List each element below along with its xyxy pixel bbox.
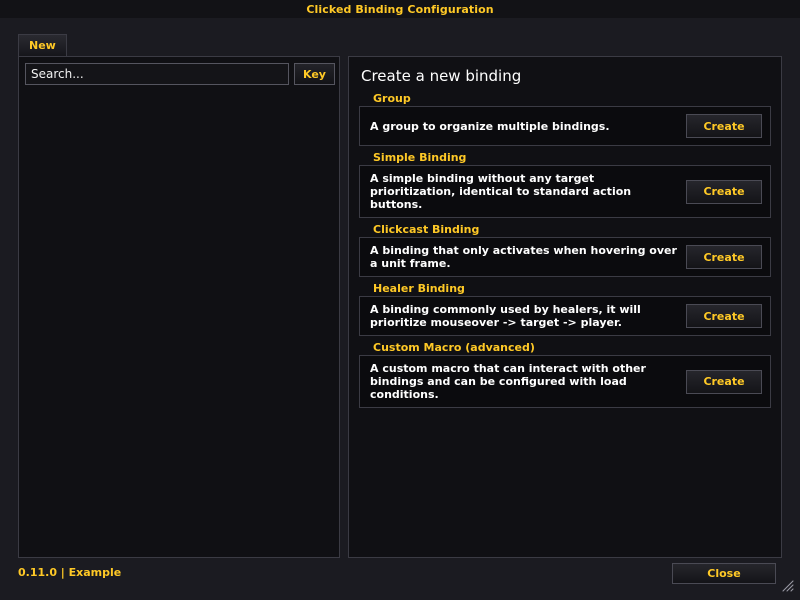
binding-type-box: A binding commonly used by healers, it w…: [359, 296, 771, 336]
binding-type-label: Simple Binding: [359, 150, 771, 165]
binding-type-description: A custom macro that can interact with ot…: [370, 362, 678, 401]
create-button[interactable]: Create: [686, 114, 762, 138]
addon-config-window: Clicked Binding Configuration New Key Cr…: [0, 0, 800, 600]
binding-type-box: A group to organize multiple bindings. Cr…: [359, 106, 771, 146]
binding-type-entry: Custom Macro (advanced) A custom macro th…: [359, 340, 771, 408]
version-label: 0.11.0 | Example: [18, 566, 121, 580]
window-title: Clicked Binding Configuration: [306, 4, 493, 15]
binding-type-entry: GroupA group to organize multiple bindin…: [359, 91, 771, 146]
binding-type-label: Clickcast Binding: [359, 222, 771, 237]
tab-strip: New: [18, 34, 67, 56]
binding-type-entry: Clickcast Binding A binding that only act…: [359, 222, 771, 277]
binding-type-label: Group: [359, 91, 771, 106]
binding-type-description: A group to organize multiple bindings.: [370, 120, 678, 133]
window-titlebar: Clicked Binding Configuration: [0, 0, 800, 18]
create-button[interactable]: Create: [686, 180, 762, 204]
binding-type-list: GroupA group to organize multiple bindin…: [359, 91, 771, 408]
binding-type-entry: Healer Binding A binding commonly used by…: [359, 281, 771, 336]
create-button[interactable]: Create: [686, 304, 762, 328]
binding-list[interactable]: [25, 90, 335, 552]
search-row: Key: [25, 63, 335, 85]
create-button[interactable]: Create: [686, 370, 762, 394]
create-binding-panel: Create a new binding GroupA group to org…: [348, 56, 782, 558]
binding-type-entry: Simple Binding A simple binding without a…: [359, 150, 771, 218]
key-filter-button[interactable]: Key: [294, 63, 335, 85]
tab-new[interactable]: New: [18, 34, 67, 56]
binding-type-description: A binding that only activates when hover…: [370, 244, 678, 270]
page-title: Create a new binding: [361, 67, 771, 85]
search-input[interactable]: [25, 63, 289, 85]
binding-type-box: A binding that only activates when hover…: [359, 237, 771, 277]
create-button[interactable]: Create: [686, 245, 762, 269]
bindings-sidebar-panel: Key: [18, 56, 340, 558]
binding-type-label: Custom Macro (advanced): [359, 340, 771, 355]
close-button[interactable]: Close: [672, 563, 776, 584]
binding-type-label: Healer Binding: [359, 281, 771, 296]
binding-type-description: A binding commonly used by healers, it w…: [370, 303, 678, 329]
binding-type-box: A simple binding without any target prio…: [359, 165, 771, 218]
resize-grip-icon[interactable]: [780, 578, 796, 594]
binding-type-box: A custom macro that can interact with ot…: [359, 355, 771, 408]
binding-type-description: A simple binding without any target prio…: [370, 172, 678, 211]
